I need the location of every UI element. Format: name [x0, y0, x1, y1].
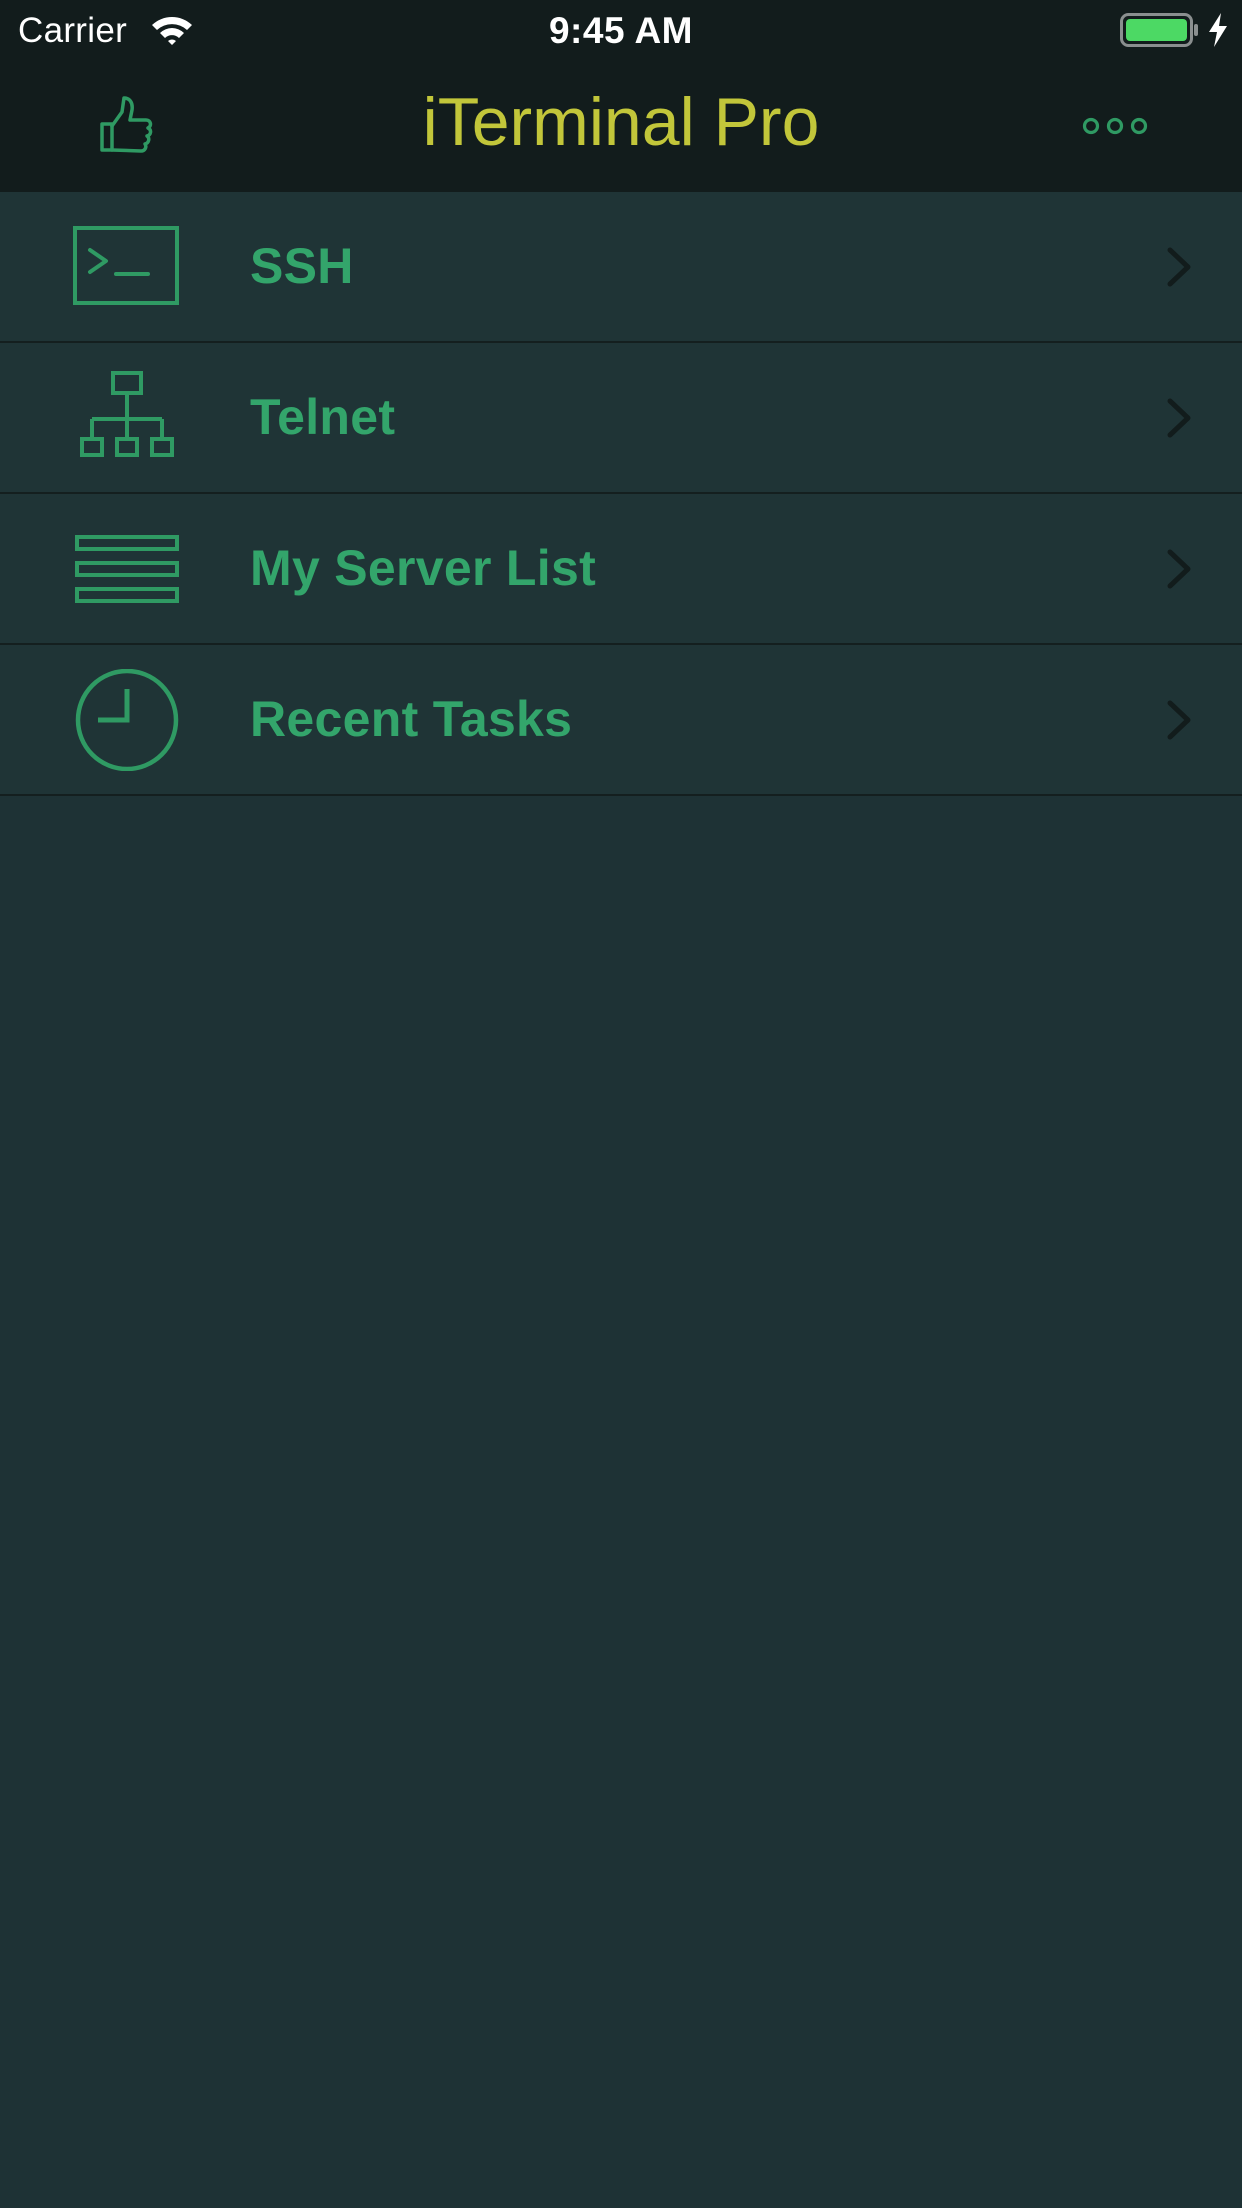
menu-item-recent-tasks[interactable]: Recent Tasks: [0, 645, 1242, 796]
menu-item-label: Recent Tasks: [250, 691, 573, 747]
chevron-right-icon: [1167, 398, 1191, 438]
main-menu-list: SSH Telnet My Server List Recent Tasks: [0, 192, 1242, 796]
chevron-right-icon: [1167, 549, 1191, 589]
more-options-icon[interactable]: [1080, 106, 1150, 146]
menu-item-ssh[interactable]: SSH: [0, 192, 1242, 343]
navigation-bar: iTerminal Pro: [0, 60, 1242, 192]
clock-time: 9:45 AM: [548, 10, 693, 51]
chevron-right-icon: [1167, 700, 1191, 740]
server-list-icon: [75, 535, 179, 603]
network-icon: [80, 371, 174, 457]
menu-item-my-server-list[interactable]: My Server List: [0, 494, 1242, 645]
clock-icon: [75, 669, 179, 771]
app-title: iTerminal Pro: [422, 84, 820, 160]
menu-item-telnet[interactable]: Telnet: [0, 343, 1242, 494]
menu-item-label: SSH: [250, 238, 354, 294]
terminal-icon: [73, 226, 179, 305]
menu-item-label: My Server List: [250, 540, 597, 596]
battery-icon: [1120, 13, 1198, 47]
status-bar: Carrier 9:45 AM: [0, 0, 1242, 60]
charging-bolt-icon: [1209, 13, 1227, 47]
app-screen: Carrier 9:45 AM iTerminal Pro SSH Telnet…: [0, 0, 1242, 2208]
chevron-right-icon: [1167, 247, 1191, 287]
menu-item-label: Telnet: [250, 389, 396, 445]
